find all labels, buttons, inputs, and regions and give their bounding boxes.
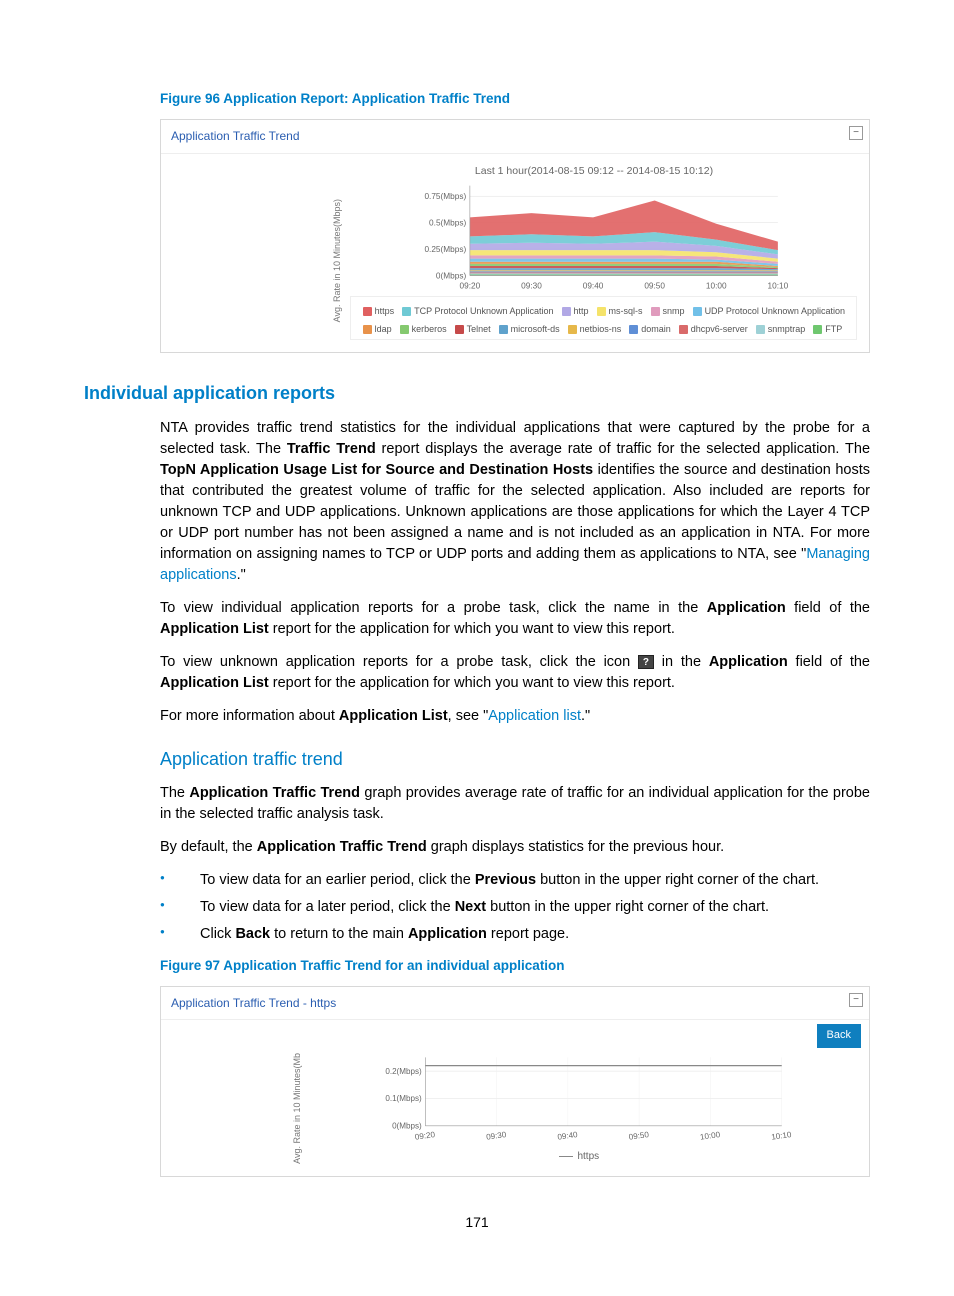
legend-item: Telnet — [455, 321, 491, 337]
svg-text:09:50: 09:50 — [644, 282, 665, 291]
svg-text:09:40: 09:40 — [582, 282, 603, 291]
legend-item: ms-sql-s — [597, 303, 643, 319]
section-heading-individual-reports: Individual application reports — [84, 381, 870, 406]
bullet-list: To view data for an earlier period, clic… — [160, 870, 870, 945]
svg-text:10:10: 10:10 — [767, 282, 788, 291]
svg-text:09:20: 09:20 — [459, 282, 480, 291]
figure97-plot-area: 0(Mbps) 0.1(Mbps) 0.2(Mbps) 09:20 09:30 09:40… — [310, 1052, 857, 1164]
legend-item: UDP Protocol Unknown Application — [693, 303, 845, 319]
svg-text:0.1(Mbps): 0.1(Mbps) — [385, 1094, 422, 1103]
figure96-plot-area: 0(Mbps) 0.25(Mbps) 0.5(Mbps) 0.75(Mbps) 09:2… — [350, 182, 857, 340]
figure97-caption: Figure 97 Application Traffic Trend for … — [84, 957, 870, 976]
legend-item: kerberos — [400, 321, 447, 337]
svg-text:0.5(Mbps): 0.5(Mbps) — [429, 219, 466, 228]
collapse-icon[interactable]: − — [849, 993, 863, 1007]
svg-text:09:50: 09:50 — [628, 1130, 650, 1142]
legend-item: https — [363, 303, 395, 319]
legend-item: snmptrap — [756, 321, 806, 337]
svg-text:09:30: 09:30 — [521, 282, 542, 291]
svg-text:10:00: 10:00 — [706, 282, 727, 291]
bullet-item-3: Click Back to return to the main Applica… — [160, 924, 870, 945]
figure97-y-axis-label: Avg. Rate in 10 Minutes(Mb — [291, 1053, 304, 1164]
bullet-item-2: To view data for a later period, click t… — [160, 897, 870, 918]
figure96-panel-header: Application Traffic Trend − — [161, 120, 869, 154]
legend-item: ldap — [363, 321, 392, 337]
figure96-caption: Figure 96 Application Report: Applicatio… — [84, 90, 870, 109]
legend-item: dhcpv6-server — [679, 321, 748, 337]
figure97-chart-body: Back Avg. Rate in 10 Minutes(Mb 0(Mbps)0… — [161, 1020, 869, 1176]
legend-item: https — [559, 1150, 599, 1164]
figure97-panel: Application Traffic Trend - https − Back… — [160, 986, 870, 1177]
figure97-panel-header: Application Traffic Trend - https − — [161, 987, 869, 1021]
page-number: 171 — [84, 1213, 870, 1233]
svg-text:0.25(Mbps): 0.25(Mbps) — [424, 245, 466, 254]
figure97-svg: 0(Mbps) 0.1(Mbps) 0.2(Mbps) 09:20 09:30 09:40… — [310, 1052, 857, 1142]
svg-text:0(Mbps): 0(Mbps) — [392, 1122, 422, 1131]
legend-item: netbios-ns — [568, 321, 622, 337]
svg-text:10:10: 10:10 — [770, 1130, 792, 1142]
svg-text:09:20: 09:20 — [414, 1130, 436, 1142]
para-5: The Application Traffic Trend graph prov… — [160, 783, 870, 825]
svg-text:0.75(Mbps): 0.75(Mbps) — [424, 192, 466, 201]
para-4: For more information about Application L… — [160, 706, 870, 727]
figure97-panel-title: Application Traffic Trend - https — [171, 996, 336, 1010]
svg-text:10:00: 10:00 — [699, 1130, 721, 1142]
collapse-icon[interactable]: − — [849, 126, 863, 140]
legend-item: domain — [629, 321, 671, 337]
para-3: To view unknown application reports for … — [160, 652, 870, 694]
legend-item: http — [562, 303, 589, 319]
legend-item: FTP — [813, 321, 842, 337]
figure96-panel: Application Traffic Trend − Last 1 hour(… — [160, 119, 870, 353]
bullet-item-1: To view data for an earlier period, clic… — [160, 870, 870, 891]
legend-item: snmp — [651, 303, 685, 319]
figure96-chart-title: Last 1 hour(2014-08-15 09:12 -- 2014-08-… — [331, 164, 857, 179]
figure97-legend: https — [310, 1142, 857, 1164]
link-application-list[interactable]: Application list — [488, 708, 581, 724]
figure96-svg: 0(Mbps) 0.25(Mbps) 0.5(Mbps) 0.75(Mbps) 09:2… — [350, 182, 857, 292]
figure96-y-axis-label: Avg. Rate in 10 Minutes(Mbps) — [331, 199, 344, 322]
figure96-chart-body: Last 1 hour(2014-08-15 09:12 -- 2014-08-… — [161, 154, 869, 352]
figure96-panel-title: Application Traffic Trend — [171, 129, 300, 143]
para-1: NTA provides traffic trend statistics fo… — [160, 418, 870, 586]
unknown-app-icon[interactable]: ? — [638, 655, 654, 669]
legend-item: microsoft-ds — [499, 321, 560, 337]
svg-text:09:30: 09:30 — [485, 1130, 507, 1142]
subsection-heading-traffic-trend: Application traffic trend — [160, 747, 870, 772]
para-2: To view individual application reports f… — [160, 598, 870, 640]
para-6: By default, the Application Traffic Tren… — [160, 837, 870, 858]
svg-text:09:40: 09:40 — [556, 1130, 578, 1142]
svg-text:0.2(Mbps): 0.2(Mbps) — [385, 1067, 422, 1076]
back-button[interactable]: Back — [817, 1024, 861, 1047]
legend-item: TCP Protocol Unknown Application — [402, 303, 553, 319]
svg-text:0(Mbps): 0(Mbps) — [436, 272, 467, 281]
figure96-legend: https TCP Protocol Unknown Application htt… — [350, 296, 857, 340]
